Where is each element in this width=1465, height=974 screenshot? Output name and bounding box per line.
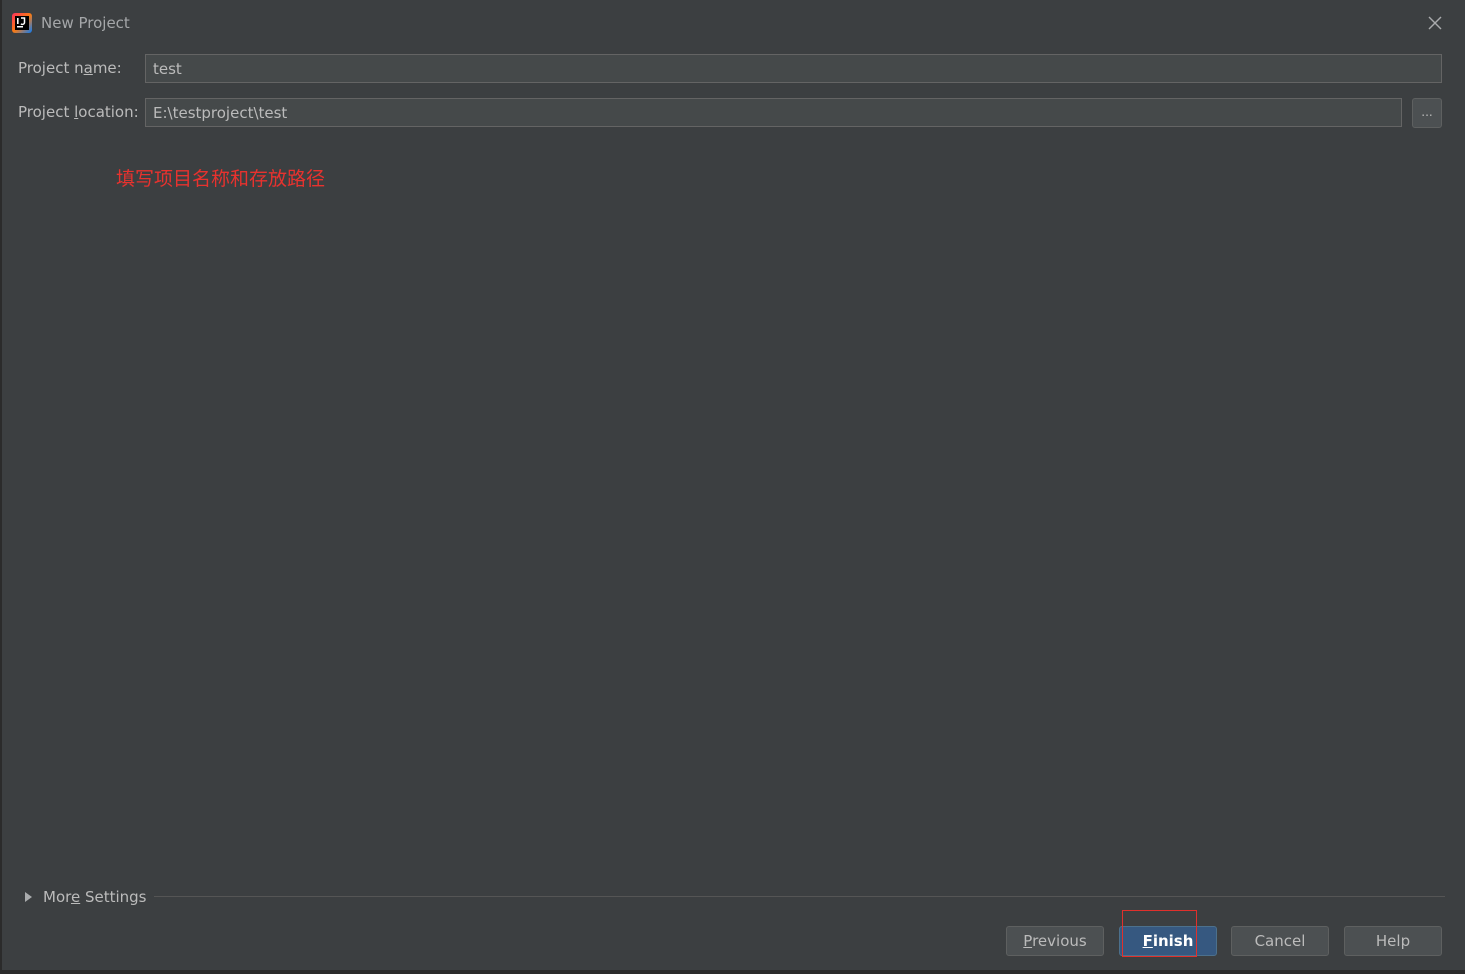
cancel-button[interactable]: Cancel — [1231, 926, 1329, 956]
new-project-dialog: New Project Project name: Project locati… — [2, 3, 1463, 970]
previous-button[interactable]: Previous — [1006, 926, 1104, 956]
dialog-title: New Project — [41, 14, 130, 32]
background-window-strip — [0, 970, 1465, 974]
close-icon[interactable] — [1425, 13, 1445, 33]
finish-button[interactable]: Finish — [1119, 926, 1217, 956]
project-location-field[interactable] — [145, 98, 1402, 127]
dialog-titlebar: New Project — [2, 3, 1463, 43]
triangle-right-icon — [25, 892, 32, 902]
annotation-text: 填写项目名称和存放路径 — [116, 168, 326, 190]
help-button[interactable]: Help — [1344, 926, 1442, 956]
more-settings-toggle[interactable]: More Settings — [20, 886, 147, 908]
project-name-label: Project name: — [18, 59, 122, 77]
more-settings-separator — [154, 896, 1445, 897]
intellij-idea-icon — [12, 13, 32, 33]
more-settings-label: More Settings — [43, 888, 147, 906]
project-name-field[interactable] — [145, 54, 1442, 83]
browse-location-button[interactable]: ... — [1412, 98, 1442, 128]
project-location-label: Project location: — [18, 103, 139, 121]
